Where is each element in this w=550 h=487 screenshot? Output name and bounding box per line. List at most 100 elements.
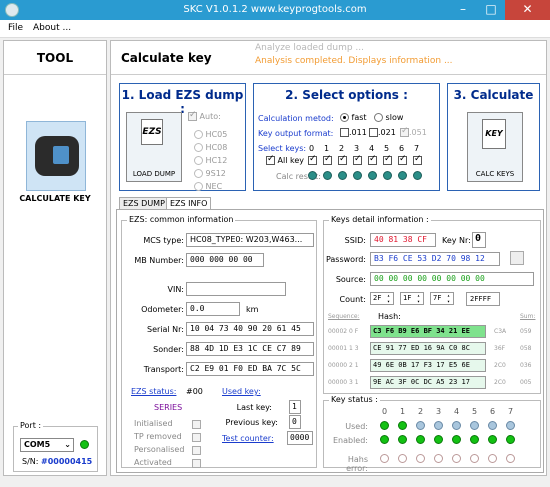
- format-051[interactable]: .051: [400, 126, 427, 137]
- tab-ezs-dump[interactable]: EZS DUMP: [119, 197, 169, 209]
- method-slow[interactable]: slow: [374, 113, 403, 122]
- option-nec[interactable]: NEC: [194, 180, 227, 193]
- state-checkbox[interactable]: [192, 446, 201, 455]
- count-spin-0[interactable]: 2F: [370, 292, 394, 305]
- serial-label: Serial Nr:: [146, 325, 184, 334]
- select-keys-label: Select keys:: [258, 144, 307, 153]
- count-spin-2[interactable]: 7F: [430, 292, 454, 305]
- step-load-dump: 1. Load EZS dump : EZS LOAD DUMP Auto: H…: [119, 83, 246, 191]
- key-status-number-3: 3: [436, 407, 442, 416]
- option-label: 9S12: [205, 169, 226, 178]
- minimize-button[interactable]: –: [449, 0, 477, 20]
- used-led-4: [452, 421, 461, 430]
- ezs-info-panel: EZS: common information MCS type: HC08_T…: [116, 209, 544, 473]
- key-checkbox-1[interactable]: [323, 154, 332, 165]
- menu-about[interactable]: About ...: [33, 23, 71, 33]
- state-label: Activated: [134, 458, 172, 467]
- source-label: Source:: [335, 275, 366, 284]
- test-counter-link[interactable]: Test counter:: [222, 434, 274, 443]
- option-radio[interactable]: [194, 130, 203, 139]
- format-label: Key output format:: [258, 129, 334, 138]
- page-title: Calculate key: [121, 51, 212, 65]
- app-window: SKC V1.0.1.2 www.keyprogtools.com – □ ✕ …: [0, 0, 550, 487]
- key-status-number-4: 4: [454, 407, 460, 416]
- key-checkbox-2[interactable]: [338, 154, 347, 165]
- key-nr-field[interactable]: 0: [472, 232, 486, 248]
- ezs-common-label: EZS: common information: [127, 215, 236, 224]
- all-key-option[interactable]: All key: [266, 154, 304, 165]
- option-hc05[interactable]: HC05: [194, 128, 227, 141]
- load-dump-label: LOAD DUMP: [132, 170, 176, 178]
- option-radio[interactable]: [194, 182, 203, 191]
- fast-radio[interactable]: [340, 113, 349, 122]
- calc-result-led-3: [353, 171, 362, 180]
- format-011[interactable]: .011: [340, 128, 367, 137]
- last-key-field: 1: [289, 400, 301, 414]
- calc-result-led-4: [368, 171, 377, 180]
- calc-keys-button[interactable]: KEY CALC KEYS: [467, 112, 523, 182]
- transport-field: C2 E9 01 F0 ED BA 7C 5C: [186, 362, 314, 376]
- state-checkbox[interactable]: [192, 420, 201, 429]
- calc-result-led-2: [338, 171, 347, 180]
- count-spin-1[interactable]: 1F: [400, 292, 424, 305]
- mb-field: 000 000 00 00: [186, 253, 264, 267]
- auto-checkbox[interactable]: [188, 110, 197, 121]
- option-9s12[interactable]: 9S12: [194, 167, 227, 180]
- all-key-checkbox[interactable]: [266, 154, 275, 165]
- format-021[interactable]: .021: [369, 128, 396, 137]
- option-hc08[interactable]: HC08: [194, 141, 227, 154]
- key-status-number-6: 6: [490, 407, 496, 416]
- slow-radio[interactable]: [374, 113, 383, 122]
- row-tag: 36F: [494, 345, 506, 352]
- menu-file[interactable]: File: [8, 23, 23, 33]
- format-011-checkbox[interactable]: [340, 128, 349, 137]
- key-status-number-0: 0: [382, 407, 388, 416]
- slow-label: slow: [385, 113, 404, 122]
- key-number-3: 3: [354, 144, 360, 153]
- odometer-label: Odometer:: [141, 305, 184, 314]
- key-checkbox-6[interactable]: [398, 154, 407, 165]
- folder-icon[interactable]: [510, 251, 524, 265]
- key-checkbox-0[interactable]: [308, 154, 317, 165]
- key-status-label: Key status :: [329, 395, 380, 404]
- state-checkbox[interactable]: [192, 433, 201, 442]
- used-led-5: [470, 421, 479, 430]
- format-051-checkbox[interactable]: [400, 126, 409, 137]
- port-select[interactable]: COM5 ⌄: [20, 438, 74, 452]
- key-checkbox-4[interactable]: [368, 154, 377, 165]
- format-011-label: .011: [349, 128, 367, 137]
- enabled-led-4: [452, 435, 461, 444]
- calculate-key-tool[interactable]: [26, 121, 86, 191]
- used-led-3: [434, 421, 443, 430]
- ezs-status-link[interactable]: EZS status:: [131, 387, 176, 396]
- port-status-led: [80, 440, 89, 449]
- option-label: HC08: [205, 143, 228, 152]
- last-key-label: Last key:: [236, 403, 272, 412]
- key-checkbox-3[interactable]: [353, 154, 362, 165]
- format-021-checkbox[interactable]: [369, 128, 378, 137]
- enabled-led-0: [380, 435, 389, 444]
- option-radio[interactable]: [194, 143, 203, 152]
- calc-result-led-0: [308, 171, 317, 180]
- row-tag: C3A: [494, 328, 507, 335]
- key-checkbox-7[interactable]: [413, 154, 422, 165]
- key-checkbox-5[interactable]: [383, 154, 392, 165]
- port-label: Port :: [18, 421, 44, 430]
- transport-label: Transport:: [143, 365, 184, 374]
- state-checkbox[interactable]: [192, 459, 201, 468]
- maximize-button[interactable]: □: [477, 0, 505, 20]
- enabled-led-2: [416, 435, 425, 444]
- auto-option[interactable]: Auto:: [188, 110, 221, 121]
- calc-result-led-6: [398, 171, 407, 180]
- mcs-label: MCS type:: [143, 236, 184, 245]
- option-radio[interactable]: [194, 169, 203, 178]
- option-radio[interactable]: [194, 156, 203, 165]
- hash-row-0: C3 F6 B9 E6 BF 34 21 EE: [370, 325, 486, 338]
- method-fast[interactable]: fast: [340, 113, 367, 122]
- row-sequence: 00000 3 1: [328, 379, 359, 386]
- load-dump-button[interactable]: EZS LOAD DUMP: [126, 112, 182, 182]
- calc-result-led-1: [323, 171, 332, 180]
- used-key-link[interactable]: Used key:: [222, 387, 261, 396]
- option-hc12[interactable]: HC12: [194, 154, 227, 167]
- close-button[interactable]: ✕: [505, 0, 550, 20]
